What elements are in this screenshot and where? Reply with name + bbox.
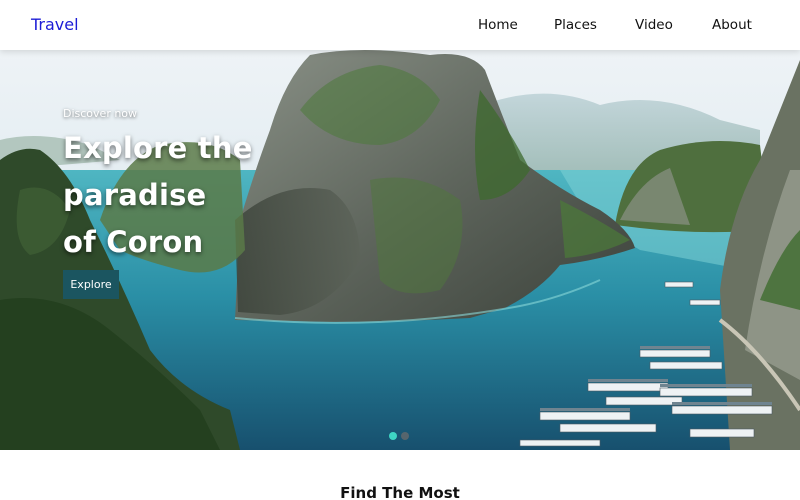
nav-menu: Home Places Video About <box>0 17 800 37</box>
hero-headline-line-1: Explore the <box>63 131 253 165</box>
navbar: Travel Home Places Video About <box>0 0 800 50</box>
nav-link-video[interactable]: Video <box>635 17 673 33</box>
explore-button[interactable]: Explore <box>63 270 119 299</box>
nav-link-about[interactable]: About <box>712 17 752 33</box>
nav-link-places[interactable]: Places <box>554 17 597 33</box>
hero-headline: Explore the paradise of Coron <box>63 125 253 266</box>
hero-eyebrow: Discover now <box>63 107 138 120</box>
hero-headline-line-2: paradise <box>63 178 207 212</box>
nav-link-home[interactable]: Home <box>478 17 518 33</box>
carousel-dot-1[interactable] <box>389 432 397 440</box>
carousel-dot-2[interactable] <box>401 432 409 440</box>
section-heading: Find The Most <box>340 484 460 500</box>
hero-text-block: Discover now Explore the paradise of Cor… <box>63 107 253 266</box>
hero-headline-line-3: of Coron <box>63 225 204 259</box>
carousel-indicators <box>389 432 409 440</box>
